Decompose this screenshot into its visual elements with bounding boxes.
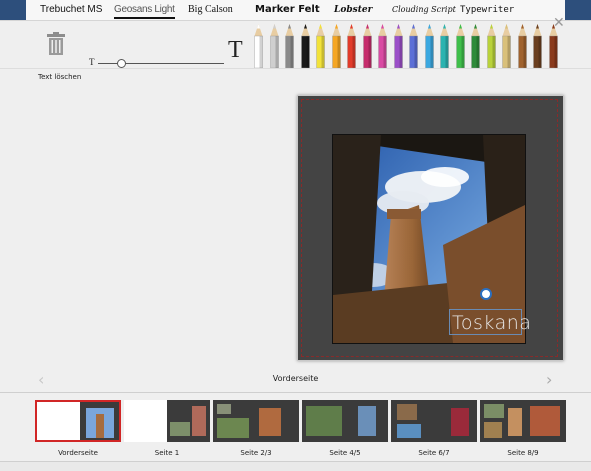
current-page-label: Vorderseite xyxy=(272,374,319,383)
divider xyxy=(0,68,591,69)
text-size-large-icon: T xyxy=(228,37,243,63)
color-pencil-17[interactable] xyxy=(501,22,512,68)
color-pencil-1[interactable] xyxy=(253,22,264,68)
color-pencil-2[interactable] xyxy=(269,22,280,68)
color-pencil-14[interactable] xyxy=(455,22,466,68)
font-option-script[interactable]: Clouding Script xyxy=(392,4,456,16)
text-size-small-icon: T xyxy=(89,57,95,67)
window-edge-left xyxy=(0,0,26,20)
page-label-8-9: Seite 8/9 xyxy=(507,449,539,457)
color-pencil-10[interactable] xyxy=(393,22,404,68)
font-option-marker-felt[interactable]: Marker Felt xyxy=(255,4,320,16)
color-pencil-16[interactable] xyxy=(486,22,497,68)
next-page-icon[interactable]: › xyxy=(546,370,552,389)
page-thumbnail-6-7[interactable] xyxy=(391,400,477,442)
page-label-2-3: Seite 2/3 xyxy=(240,449,272,457)
color-pencil-18[interactable] xyxy=(517,22,528,68)
divider xyxy=(0,392,591,393)
page-label-6-7: Seite 6/7 xyxy=(418,449,450,457)
color-pencil-4[interactable] xyxy=(300,22,311,68)
page-label-cover: Vorderseite xyxy=(58,449,98,457)
font-option-lobster[interactable]: Lobster xyxy=(334,4,372,16)
font-option-typewriter[interactable]: Typewriter xyxy=(460,4,514,16)
window-edge-right xyxy=(565,0,591,20)
page-thumbnail-8-9[interactable] xyxy=(480,400,566,442)
cover-caption-text[interactable]: Toskana xyxy=(452,312,531,334)
font-option-trebuchet[interactable]: Trebuchet MS xyxy=(40,4,102,16)
font-option-geosans-light[interactable]: Geosans Light xyxy=(114,4,175,19)
color-pencil-6[interactable] xyxy=(331,22,342,68)
color-pencil-5[interactable] xyxy=(315,22,326,68)
page-thumbnail-4-5[interactable] xyxy=(302,400,388,442)
color-pencil-9[interactable] xyxy=(377,22,388,68)
color-pencil-20[interactable] xyxy=(548,22,559,68)
color-pencil-palette xyxy=(253,22,565,68)
color-pencil-7[interactable] xyxy=(346,22,357,68)
page-label-4-5: Seite 4/5 xyxy=(329,449,361,457)
text-size-slider-handle[interactable] xyxy=(117,59,126,68)
color-pencil-11[interactable] xyxy=(408,22,419,68)
delete-text-label[interactable]: Text löschen xyxy=(38,73,81,81)
font-option-big-calson[interactable]: Big Calson xyxy=(188,4,233,16)
color-pencil-19[interactable] xyxy=(532,22,543,68)
color-pencil-3[interactable] xyxy=(284,22,295,68)
page-thumbnail-2-3[interactable] xyxy=(213,400,299,442)
color-pencil-12[interactable] xyxy=(424,22,435,68)
page-label-1: Seite 1 xyxy=(154,449,180,457)
trash-icon[interactable] xyxy=(46,32,66,56)
color-pencil-15[interactable] xyxy=(470,22,481,68)
page-thumbnail-cover[interactable] xyxy=(35,400,121,442)
color-pencil-13[interactable] xyxy=(439,22,450,68)
page-thumbnail-1[interactable] xyxy=(124,400,210,442)
rotate-handle-icon[interactable] xyxy=(480,288,492,300)
color-pencil-8[interactable] xyxy=(362,22,373,68)
